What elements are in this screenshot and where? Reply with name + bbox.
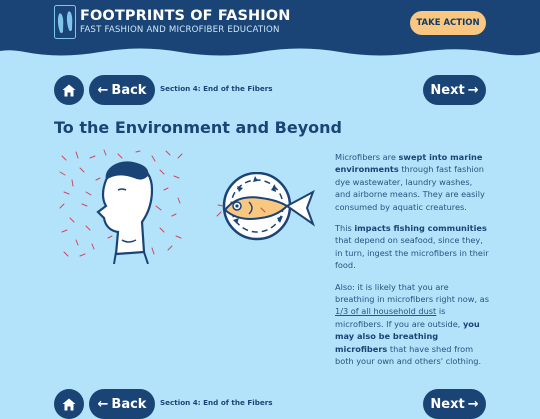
site-subtitle: FAST FASHION AND MICROFIBER EDUCATION	[80, 25, 280, 35]
paragraph-1: Microfibers are swept into marine enviro…	[335, 151, 490, 213]
highlight-fishing: impacts fishing communities	[354, 223, 487, 234]
arrow-right-icon: →	[467, 396, 479, 412]
section-nav-top: ← Back Section 4: End of the Fibers Next…	[54, 75, 486, 105]
home-icon	[62, 398, 76, 410]
section-label: Section 4: End of the Fibers	[160, 84, 273, 93]
take-action-button[interactable]: TAKE ACTION	[410, 11, 486, 35]
section-label-bottom: Section 4: End of the Fibers	[160, 398, 273, 407]
back-button-bottom[interactable]: ← Back	[89, 389, 155, 419]
home-icon	[62, 84, 76, 96]
home-button[interactable]	[54, 75, 84, 105]
paragraph-2: This impacts fishing communities that de…	[335, 222, 490, 272]
back-button[interactable]: ← Back	[89, 75, 155, 105]
next-button-bottom[interactable]: Next →	[423, 389, 486, 419]
site-header: FOOTPRINTS OF FASHION FAST FASHION AND M…	[0, 0, 540, 62]
arrow-left-icon: ←	[97, 82, 109, 98]
next-button-label: Next	[430, 396, 465, 412]
fish-eating-microfibers-illustration	[216, 172, 316, 241]
back-button-label: Back	[111, 82, 147, 98]
footprints-logo-icon	[54, 5, 76, 39]
household-dust-link[interactable]: 1/3 of all household dust	[335, 306, 436, 316]
paragraph-1-text: Microfibers are	[335, 152, 399, 162]
section-nav-bottom: ← Back Section 4: End of the Fibers Next…	[54, 389, 486, 419]
paragraph-3-text: Also: it is likely that you are breathin…	[335, 281, 489, 305]
back-button-label: Back	[111, 396, 147, 412]
home-button-bottom[interactable]	[54, 389, 84, 419]
article-body: Microfibers are swept into marine enviro…	[335, 151, 490, 377]
arrow-right-icon: →	[467, 82, 479, 98]
arrow-left-icon: ←	[97, 396, 109, 412]
paragraph-3: Also: it is likely that you are breathin…	[335, 281, 490, 368]
site-title[interactable]: FOOTPRINTS OF FASHION	[80, 8, 290, 24]
person-breathing-illustration	[59, 149, 183, 264]
page-title: To the Environment and Beyond	[54, 118, 342, 137]
paragraph-2-text-end: that depend on seafood, since they, in t…	[335, 235, 489, 271]
paragraph-2-text: This	[335, 223, 355, 234]
next-button-label: Next	[430, 82, 465, 98]
next-button[interactable]: Next →	[423, 75, 486, 105]
